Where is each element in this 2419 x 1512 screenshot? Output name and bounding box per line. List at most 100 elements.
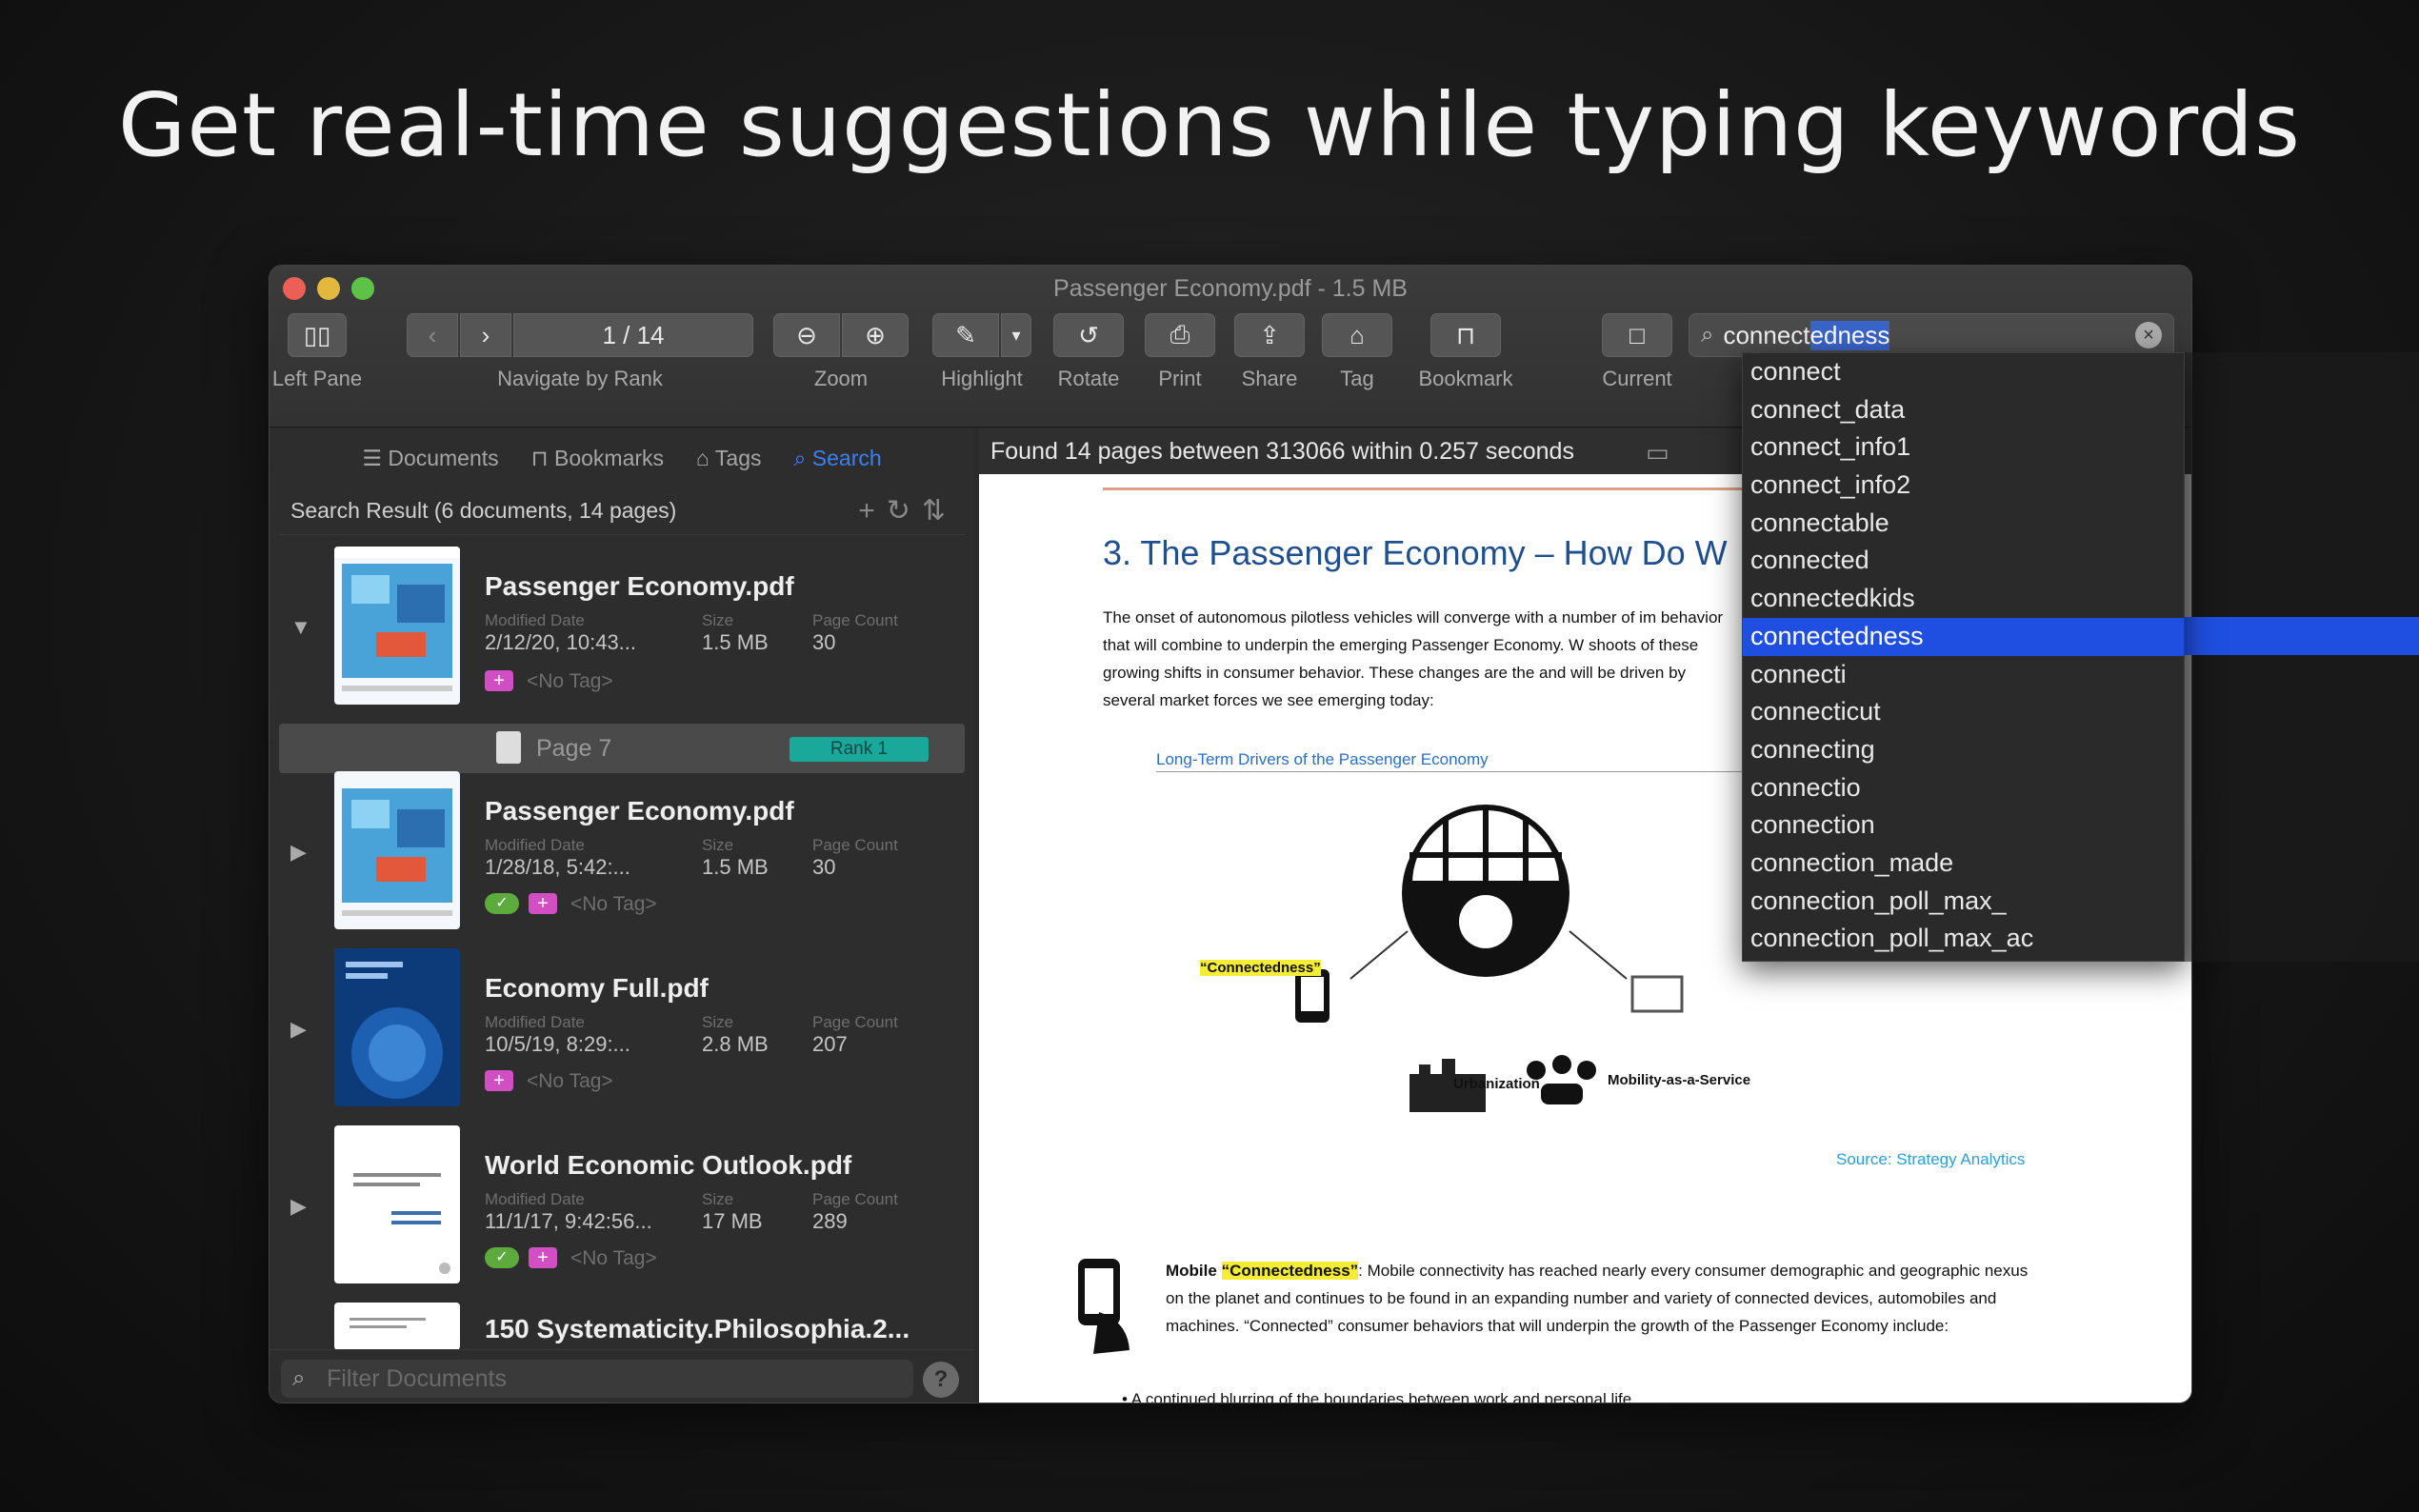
no-tag-label: <No Tag>	[570, 893, 657, 915]
left-pane-label: Left Pane	[271, 367, 363, 390]
rank-badge: Rank 1	[790, 737, 929, 762]
result-actions: +↻⇅	[858, 494, 957, 527]
add-tag-icon[interactable]: +	[529, 1247, 557, 1268]
tag-icon: ⌂	[1349, 320, 1365, 349]
zoom-out-button[interactable]: ⊖	[773, 313, 840, 357]
left-pane: ☰ Documents ⊓ Bookmarks ⌂ Tags ⌕ Search …	[270, 428, 974, 1403]
add-icon[interactable]: +	[858, 495, 887, 527]
left-pane-tabs: ☰ Documents ⊓ Bookmarks ⌂ Tags ⌕ Search	[270, 428, 974, 487]
chevron-left-icon: ‹	[428, 320, 437, 349]
suggestion-item[interactable]: connecticut	[1743, 693, 2184, 731]
document-name: Economy Full.pdf	[485, 973, 709, 1003]
refresh-icon[interactable]: ↻	[887, 495, 922, 527]
cloud-check-icon: ✓	[485, 1247, 519, 1268]
suggestion-item[interactable]: connection	[1743, 806, 2184, 845]
page-count: 30	[812, 855, 836, 879]
suggestion-item[interactable]: connectable	[1743, 505, 2184, 543]
add-tag-icon[interactable]: +	[529, 893, 557, 914]
suggestion-item[interactable]: connecti	[1743, 656, 2184, 694]
pen-icon: ✎	[955, 320, 976, 349]
page-result-row[interactable]: Page 7 Rank 1	[279, 724, 965, 773]
window-title: Passenger Economy.pdf - 1.5 MB	[1053, 275, 1408, 302]
disclosure-right-icon[interactable]: ▶	[290, 1194, 307, 1219]
navigate-segment: ‹ › 1 / 14	[407, 313, 753, 357]
tag-button[interactable]: ⌂	[1322, 313, 1392, 357]
suggestion-item[interactable]: connectedkids	[1743, 580, 2184, 618]
document-thumbnail	[334, 948, 460, 1106]
add-tag-icon[interactable]: +	[485, 670, 513, 691]
suggestion-item[interactable]: connect	[1743, 353, 2184, 391]
suggestion-item[interactable]: connect_data	[1743, 391, 2184, 429]
chevron-right-icon: ›	[481, 320, 490, 349]
connectedness-paragraph: Mobile “Connectedness”: Mobile connectiv…	[1166, 1262, 2029, 1335]
search-icon: ⌕	[1701, 322, 1714, 348]
highlight-button[interactable]: ✎	[932, 313, 999, 357]
suggestion-item[interactable]: connectedness	[1743, 617, 2184, 656]
current-button[interactable]: □	[1602, 313, 1672, 357]
no-tag-label: <No Tag>	[527, 670, 613, 692]
document-name: Passenger Economy.pdf	[485, 571, 794, 601]
clear-search-icon[interactable]: ×	[2135, 322, 2162, 348]
zoom-in-icon: ⊕	[865, 320, 886, 349]
tab-search[interactable]: ⌕ Search	[794, 446, 882, 471]
globe-gear-icon	[1402, 805, 1569, 977]
document-row[interactable]: ▶ World Economic Outlook.pdf Modified Da…	[270, 1125, 974, 1297]
document-thumbnail	[334, 771, 460, 929]
document-name: World Economic Outlook.pdf	[485, 1150, 852, 1180]
suggestion-item[interactable]: connection_poll_max_ac	[1743, 920, 2184, 958]
search-input[interactable]: ⌕ connect edness ×	[1689, 313, 2174, 357]
search-result-header: Search Result (6 documents, 14 pages) +↻…	[279, 487, 965, 535]
suggestion-item[interactable]: connecting	[1743, 731, 2184, 769]
connector-line	[1349, 930, 1409, 980]
folder-icon[interactable]: ▭	[1646, 438, 1669, 468]
zoom-in-button[interactable]: ⊕	[842, 313, 909, 357]
tab-documents[interactable]: ☰ Documents	[362, 446, 498, 471]
rotate-button[interactable]: ↺	[1053, 313, 1124, 357]
filter-documents-input[interactable]: Filter Documents	[281, 1360, 913, 1398]
headline: Get real-time suggestions while typing k…	[118, 74, 2301, 176]
left-pane-button[interactable]: ▯▯	[288, 313, 347, 357]
no-tag-label: <No Tag>	[527, 1070, 613, 1092]
printer-icon: ⎙	[1170, 320, 1190, 348]
disclosure-right-icon[interactable]: ▶	[290, 840, 307, 865]
page-indicator[interactable]: 1 / 14	[513, 313, 753, 357]
suggestion-item[interactable]: connection_made	[1743, 845, 2184, 883]
square-icon: □	[1629, 320, 1645, 349]
highlight-label: Highlight	[941, 367, 1023, 390]
sort-icon[interactable]: ⇅	[922, 495, 957, 527]
tab-bookmarks[interactable]: ⊓ Bookmarks	[531, 446, 664, 471]
rotate-label: Rotate	[1057, 367, 1120, 390]
help-icon[interactable]: ?	[923, 1362, 959, 1398]
share-label: Share	[1241, 367, 1298, 390]
print-button[interactable]: ⎙	[1145, 313, 1215, 357]
previous-button[interactable]: ‹	[407, 313, 458, 357]
suggestion-item[interactable]: connectio	[1743, 769, 2184, 807]
suggestion-overlay	[2185, 352, 2419, 962]
figure-rule	[1156, 771, 1752, 772]
document-row[interactable]: ▼ Passenger Economy.pdf Modified Date Si…	[270, 547, 974, 718]
bookmark-button[interactable]: ⊓	[1430, 313, 1501, 357]
suggestion-item[interactable]: connect_info1	[1743, 428, 2184, 467]
disclosure-right-icon[interactable]: ▶	[290, 1017, 307, 1042]
print-label: Print	[1158, 367, 1202, 390]
suggestion-item[interactable]: connect_info2	[1743, 467, 2184, 505]
disclosure-down-icon[interactable]: ▼	[290, 615, 311, 640]
highlight-menu-button[interactable]: ▾	[1001, 313, 1031, 357]
suggestion-item[interactable]: connected	[1743, 542, 2184, 580]
tab-tags[interactable]: ⌂ Tags	[696, 446, 761, 471]
document-name: 150 Systematicity.Philosophia.2...	[485, 1314, 910, 1343]
document-thumbnail	[334, 547, 460, 705]
next-button[interactable]: ›	[460, 313, 511, 357]
suggestion-item[interactable]: connection_poll_max_	[1743, 883, 2184, 921]
section-heading: 3. The Passenger Economy – How Do W	[1103, 533, 1728, 572]
bullet-item: • A continued blurring of the boundaries…	[1122, 1390, 1632, 1403]
document-row[interactable]: ▶ Passenger Economy.pdf Modified Date Si…	[270, 771, 974, 943]
thumbnail-passenger-economy	[334, 771, 460, 929]
navigate-label: Navigate by Rank	[497, 367, 663, 390]
document-row[interactable]: ▶ Economy Full.pdf Modified Date Size Pa…	[270, 948, 974, 1120]
zoom-out-icon: ⊖	[796, 320, 817, 349]
add-tag-icon[interactable]: +	[485, 1070, 513, 1091]
share-button[interactable]: ⇪	[1234, 313, 1305, 357]
document-row[interactable]: 150 Systematicity.Philosophia.2...	[270, 1303, 974, 1350]
label-connectedness: “Connectedness”	[1200, 960, 1321, 976]
